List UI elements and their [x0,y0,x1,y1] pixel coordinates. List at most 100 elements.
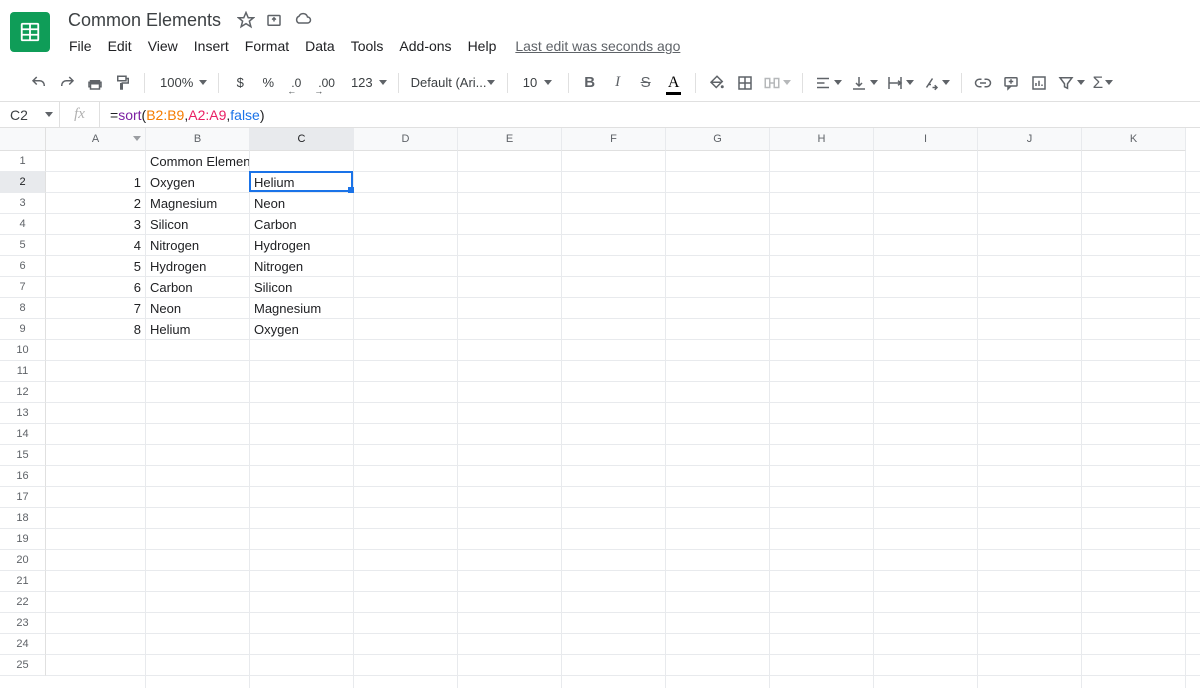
cell-B1[interactable]: Common Elements [146,151,249,172]
strikethrough-button[interactable]: S [633,70,659,96]
row-header-2[interactable]: 2 [0,172,46,193]
column-header-E[interactable]: E [458,128,562,151]
row-header-3[interactable]: 3 [0,193,46,214]
row-header-5[interactable]: 5 [0,235,46,256]
bold-button[interactable]: B [577,70,603,96]
borders-button[interactable] [732,70,758,96]
row-header-13[interactable]: 13 [0,403,46,424]
row-header-23[interactable]: 23 [0,613,46,634]
menu-file[interactable]: File [62,34,99,58]
cloud-status-icon[interactable] [293,11,313,29]
merge-cells-button[interactable] [760,70,794,96]
row-header-25[interactable]: 25 [0,655,46,676]
cell-C3[interactable]: Neon [250,193,353,214]
last-edit-link[interactable]: Last edit was seconds ago [515,38,680,54]
formula-bar[interactable]: =sort(B2:B9,A2:A9,false) [100,107,265,123]
font-family-dropdown[interactable]: Default (Ari... [407,70,499,96]
row-header-11[interactable]: 11 [0,361,46,382]
menu-add-ons[interactable]: Add-ons [392,34,458,58]
cell-A6[interactable]: 5 [46,256,145,277]
cell-B2[interactable]: Oxygen [146,172,249,193]
fill-color-button[interactable] [704,70,730,96]
cell-C9[interactable]: Oxygen [250,319,353,340]
cell-B9[interactable]: Helium [146,319,249,340]
cell-C4[interactable]: Carbon [250,214,353,235]
menu-help[interactable]: Help [461,34,504,58]
column-header-K[interactable]: K [1082,128,1186,151]
zoom-dropdown[interactable]: 100% [153,70,210,96]
column-header-I[interactable]: I [874,128,978,151]
row-header-8[interactable]: 8 [0,298,46,319]
cell-A9[interactable]: 8 [46,319,145,340]
row-header-9[interactable]: 9 [0,319,46,340]
cell-B6[interactable]: Hydrogen [146,256,249,277]
column-header-H[interactable]: H [770,128,874,151]
row-header-6[interactable]: 6 [0,256,46,277]
row-header-4[interactable]: 4 [0,214,46,235]
row-header-10[interactable]: 10 [0,340,46,361]
row-header-7[interactable]: 7 [0,277,46,298]
cell-B7[interactable]: Carbon [146,277,249,298]
insert-comment-button[interactable] [998,70,1024,96]
menu-insert[interactable]: Insert [187,34,236,58]
insert-chart-button[interactable] [1026,70,1052,96]
text-rotation-dropdown[interactable] [919,70,953,96]
font-size-dropdown[interactable]: 10 [516,70,560,96]
row-header-16[interactable]: 16 [0,466,46,487]
print-button[interactable] [82,70,108,96]
row-header-17[interactable]: 17 [0,487,46,508]
star-icon[interactable] [237,11,255,29]
cell-A5[interactable]: 4 [46,235,145,256]
cell-C6[interactable]: Nitrogen [250,256,353,277]
sheets-app-icon[interactable] [10,12,50,52]
menu-data[interactable]: Data [298,34,342,58]
row-header-1[interactable]: 1 [0,151,46,172]
select-all-corner[interactable] [0,128,46,151]
redo-button[interactable] [54,70,80,96]
menu-view[interactable]: View [141,34,185,58]
vertical-align-dropdown[interactable] [847,70,881,96]
cell-A8[interactable]: 7 [46,298,145,319]
cell-B4[interactable]: Silicon [146,214,249,235]
insert-link-button[interactable] [970,70,996,96]
row-header-19[interactable]: 19 [0,529,46,550]
filter-button[interactable] [1054,70,1088,96]
italic-button[interactable]: I [605,70,631,96]
cell-A3[interactable]: 2 [46,193,145,214]
menu-format[interactable]: Format [238,34,296,58]
row-header-12[interactable]: 12 [0,382,46,403]
move-icon[interactable] [265,11,283,29]
more-formats-dropdown[interactable]: 123 [344,70,390,96]
row-header-20[interactable]: 20 [0,550,46,571]
paint-format-button[interactable] [110,70,136,96]
cell-C8[interactable]: Magnesium [250,298,353,319]
undo-button[interactable] [26,70,52,96]
cell-B3[interactable]: Magnesium [146,193,249,214]
column-header-D[interactable]: D [354,128,458,151]
row-header-14[interactable]: 14 [0,424,46,445]
column-header-G[interactable]: G [666,128,770,151]
cell-C7[interactable]: Silicon [250,277,353,298]
cell-grid[interactable]: Common Elements1OxygenHelium2MagnesiumNe… [46,151,1200,688]
column-header-F[interactable]: F [562,128,666,151]
column-header-J[interactable]: J [978,128,1082,151]
column-menu-icon[interactable] [133,133,141,145]
row-header-21[interactable]: 21 [0,571,46,592]
cell-B8[interactable]: Neon [146,298,249,319]
column-header-C[interactable]: C [250,128,354,151]
functions-button[interactable]: Σ [1090,70,1117,96]
decrease-decimal-button[interactable]: .0← [283,70,309,96]
name-box[interactable]: C2 [0,102,60,127]
row-header-15[interactable]: 15 [0,445,46,466]
column-header-B[interactable]: B [146,128,250,151]
cell-C5[interactable]: Hydrogen [250,235,353,256]
column-header-A[interactable]: A [46,128,146,151]
row-header-22[interactable]: 22 [0,592,46,613]
row-header-24[interactable]: 24 [0,634,46,655]
increase-decimal-button[interactable]: .00→ [311,70,342,96]
cell-A2[interactable]: 1 [46,172,145,193]
percent-button[interactable]: % [255,70,281,96]
menu-edit[interactable]: Edit [101,34,139,58]
text-color-button[interactable]: A [661,70,687,96]
horizontal-align-dropdown[interactable] [811,70,845,96]
